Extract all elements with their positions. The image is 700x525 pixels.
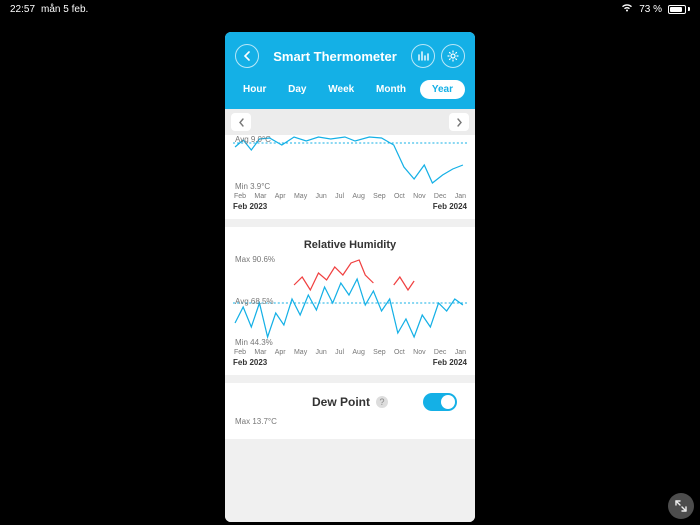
dewpoint-card: Dew Point ? Max 13.7°C: [225, 383, 475, 439]
next-period-button[interactable]: [449, 113, 469, 131]
humidity-x-axis: FebMarAprMayJunJulAugSepOctNovDecJan: [233, 349, 467, 356]
status-bar: 22:57 mån 5 feb. 73 %: [0, 0, 700, 18]
page-title: Smart Thermometer: [259, 49, 411, 64]
battery-percent: 73 %: [639, 4, 662, 15]
content-scroll[interactable]: Avg 9.0°C Min 3.9°C FebMarAprMayJunJulAu…: [225, 109, 475, 522]
temperature-chart[interactable]: Avg 9.0°C Min 3.9°C: [233, 135, 467, 191]
humidity-year-start: Feb 2023: [233, 358, 267, 367]
status-left: 22:57 mån 5 feb.: [10, 4, 88, 15]
humidity-avg-label: Avg 68.5%: [235, 297, 274, 306]
humidity-title: Relative Humidity: [233, 239, 467, 251]
resize-handle-icon[interactable]: [668, 493, 694, 519]
status-time: 22:57: [10, 4, 35, 15]
temperature-card: Avg 9.0°C Min 3.9°C FebMarAprMayJunJulAu…: [225, 135, 475, 219]
humidity-chart[interactable]: Max 90.6% Avg 68.5% Min 44.3%: [233, 255, 467, 347]
temp-year-end: Feb 2024: [433, 202, 467, 211]
humidity-card: Relative Humidity Max 90.6% Avg 68.5% Mi…: [225, 227, 475, 375]
dewpoint-toggle[interactable]: [423, 393, 457, 411]
dewpoint-title: Dew Point: [312, 395, 370, 409]
tab-month[interactable]: Month: [368, 80, 414, 99]
tab-day[interactable]: Day: [280, 80, 314, 99]
tab-year[interactable]: Year: [420, 80, 465, 99]
settings-button[interactable]: [441, 44, 465, 68]
back-button[interactable]: [235, 44, 259, 68]
battery-icon: [668, 5, 690, 14]
dew-max-label: Max 13.7°C: [235, 417, 277, 426]
humidity-min-label: Min 44.3%: [235, 338, 273, 347]
temp-min-label: Min 3.9°C: [235, 182, 270, 191]
temp-year-start: Feb 2023: [233, 202, 267, 211]
wifi-icon: [621, 3, 633, 15]
prev-period-button[interactable]: [231, 113, 251, 131]
chart-mode-button[interactable]: [411, 44, 435, 68]
tab-week[interactable]: Week: [320, 80, 362, 99]
status-right: 73 %: [621, 3, 690, 15]
humidity-max-label: Max 90.6%: [235, 255, 275, 264]
humidity-year-end: Feb 2024: [433, 358, 467, 367]
app-window: Smart Thermometer Hour Day Week Month Ye…: [225, 32, 475, 522]
help-icon[interactable]: ?: [376, 396, 388, 408]
date-nav: [225, 109, 475, 135]
app-header: Smart Thermometer Hour Day Week Month Ye…: [225, 32, 475, 109]
range-tabs: Hour Day Week Month Year: [235, 80, 465, 99]
temp-avg-label: Avg 9.0°C: [235, 135, 271, 144]
temp-x-axis: FebMarAprMayJunJulAugSepOctNovDecJan: [233, 193, 467, 200]
tab-hour[interactable]: Hour: [235, 80, 274, 99]
status-date: mån 5 feb.: [41, 4, 88, 15]
